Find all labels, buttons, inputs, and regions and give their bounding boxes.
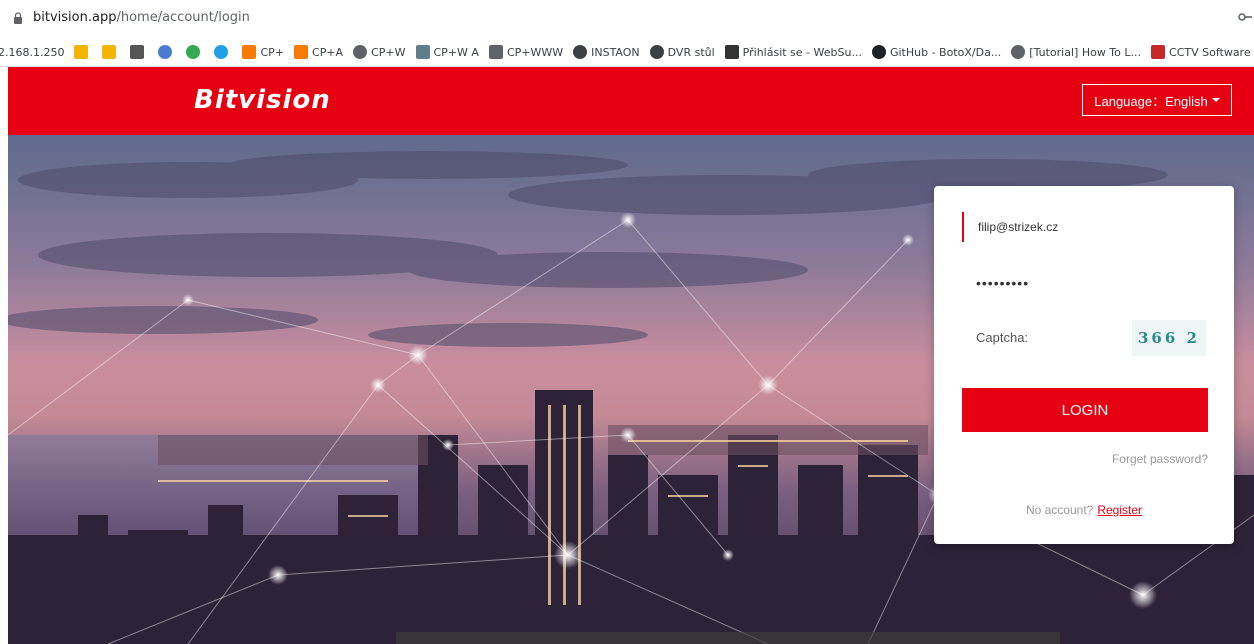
app-header: Bitvision Language：English xyxy=(8,67,1254,135)
e-icon xyxy=(649,45,664,59)
bookmark-item[interactable] xyxy=(186,45,204,59)
cp-icon xyxy=(294,45,309,59)
bookmark-label: [Tutorial] How To L... xyxy=(1029,45,1142,59)
bookmark-label: 2.168.1.250 xyxy=(0,45,65,59)
language-label: Language：English xyxy=(1094,93,1208,109)
register-link[interactable]: Register xyxy=(1097,503,1142,517)
no-account-text: No account? xyxy=(1025,503,1094,517)
browser-address-bar[interactable]: bitvision.app/home/account/login xyxy=(0,0,1254,38)
blue-dot-icon xyxy=(214,45,229,59)
bookmark-label: CCTV Software - Ba... xyxy=(1169,45,1254,59)
letter-icon xyxy=(130,45,145,59)
password-value: ••••••••• xyxy=(976,275,1030,291)
caret-down-icon xyxy=(1211,98,1220,102)
bookmark-item[interactable]: GitHub - BotoX/Da... xyxy=(871,45,1002,59)
image-icon xyxy=(415,45,430,59)
bookmark-item[interactable]: CP+A xyxy=(294,45,343,59)
email-field[interactable]: filip@strizek.cz xyxy=(962,212,1208,242)
footer-strip xyxy=(396,632,1060,644)
cctv-icon xyxy=(1151,45,1166,59)
bookmark-item[interactable] xyxy=(130,45,148,59)
bookmark-label: CP+W xyxy=(371,45,406,59)
e-icon xyxy=(573,45,588,59)
cp-icon xyxy=(242,45,257,59)
cloud-icon xyxy=(186,45,201,59)
bookmark-item[interactable]: CCTV Software - Ba... xyxy=(1151,45,1254,59)
x-icon xyxy=(488,45,503,59)
password-field[interactable]: ••••••••• xyxy=(962,268,1208,298)
lock-icon xyxy=(14,12,22,24)
bookmark-label: CP+W A xyxy=(433,45,479,59)
bookmark-item[interactable] xyxy=(214,45,232,59)
bookmark-item[interactable]: CP+W A xyxy=(415,45,479,59)
flag-icon xyxy=(102,45,117,59)
bookmark-label: CP+A xyxy=(312,45,344,59)
bookmark-item[interactable] xyxy=(74,45,92,59)
bookmark-item[interactable]: CP+WWW xyxy=(488,45,564,59)
captcha-image[interactable]: 366 2 xyxy=(1132,320,1206,356)
key-icon[interactable] xyxy=(1238,11,1252,23)
login-button[interactable]: LOGIN xyxy=(962,388,1208,432)
github-icon xyxy=(871,45,886,59)
bookmark-item[interactable]: Přihlásit se - WebSu... xyxy=(724,45,862,59)
bookmark-label: CP+WWW xyxy=(506,45,564,59)
language-dropdown[interactable]: Language：English xyxy=(1082,84,1232,116)
no-account-row: No account? Register xyxy=(934,503,1234,517)
bookmark-item[interactable]: INSTAON xyxy=(573,45,640,59)
bookmark-item[interactable]: 2.168.1.250 xyxy=(0,46,64,59)
bookmark-item[interactable]: CP+W xyxy=(353,45,406,59)
bookmark-label: CP+ xyxy=(260,45,285,59)
email-value: filip@strizek.cz xyxy=(978,220,1059,234)
captcha-label[interactable]: Captcha: xyxy=(976,330,1028,345)
bookmark-item[interactable]: [Tutorial] How To L... xyxy=(1011,45,1141,59)
bookmark-label: GitHub - BotoX/Da... xyxy=(889,45,1002,59)
globe-icon xyxy=(1011,45,1026,59)
bookmarks-bar: 2.168.1.250 CP+ CP+A CP+W CP+W A CP+WWW INSTAO… xyxy=(0,38,1254,67)
bookmark-label: INSTAON xyxy=(591,45,640,59)
forget-password-link[interactable]: Forget password? xyxy=(1112,452,1208,466)
shopping-bag-icon xyxy=(74,45,89,59)
bitvision-logo[interactable]: Bitvision xyxy=(194,85,331,115)
url-text[interactable]: bitvision.app/home/account/login xyxy=(33,10,250,25)
bookmark-label: Přihlásit se - WebSu... xyxy=(742,45,862,59)
circle-icon xyxy=(158,45,173,59)
bookmark-item[interactable]: DVR stůl xyxy=(649,45,715,59)
bookmark-item[interactable] xyxy=(102,45,120,59)
bookmark-item[interactable] xyxy=(158,45,176,59)
bookmark-label: DVR stůl xyxy=(667,45,715,59)
globe-icon xyxy=(353,45,368,59)
bookmark-item[interactable]: CP+ xyxy=(242,45,284,59)
web-icon xyxy=(724,45,739,59)
login-card: filip@strizek.cz ••••••••• Captcha: 366 … xyxy=(934,186,1234,544)
